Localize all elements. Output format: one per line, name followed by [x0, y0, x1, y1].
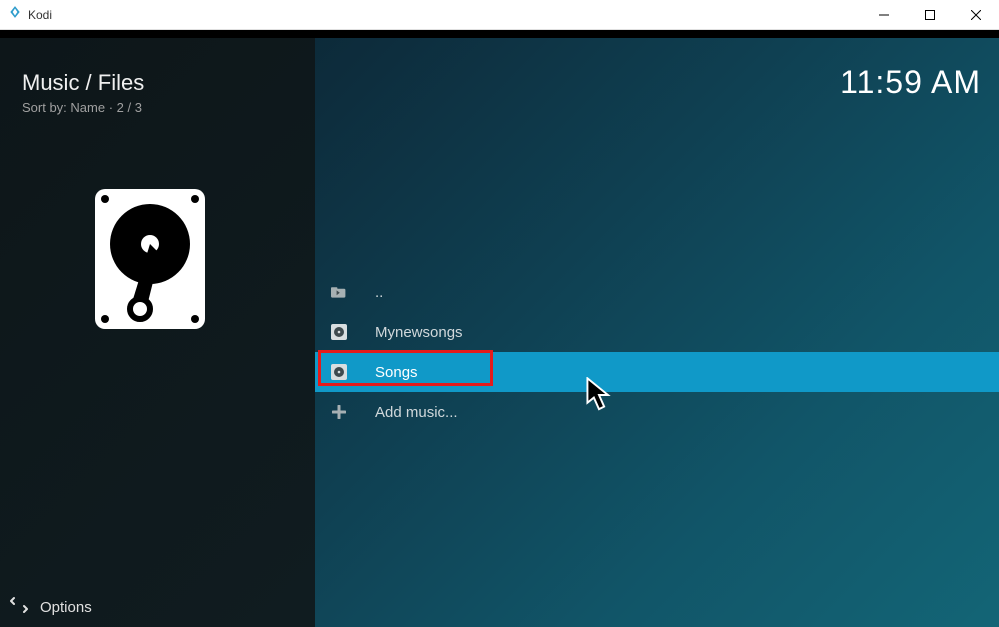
file-item-label: Add music... [375, 404, 458, 421]
options-label: Options [40, 599, 92, 616]
sidebar-icon-wrap [0, 184, 315, 339]
close-button[interactable] [953, 0, 999, 30]
window-titlebar: Kodi [0, 0, 999, 30]
maximize-button[interactable] [907, 0, 953, 30]
file-item-2[interactable]: Songs [315, 352, 999, 392]
file-item-3[interactable]: Add music... [315, 392, 999, 432]
disc-icon [331, 324, 347, 340]
window-title: Kodi [28, 8, 52, 22]
options-icon [10, 596, 28, 618]
app-area: Music / Files Sort by: Name · 2 / 3 [0, 30, 999, 627]
disc-icon [331, 364, 347, 380]
back-folder-icon [331, 284, 347, 300]
hard-drive-icon [90, 184, 210, 339]
main-content: 11:59 AM .. Mynewsongs Songs Add music... [315, 38, 999, 627]
sidebar: Music / Files Sort by: Name · 2 / 3 [0, 38, 315, 627]
window-controls [861, 0, 999, 30]
clock: 11:59 AM [840, 64, 981, 101]
file-item-0[interactable]: .. [315, 272, 999, 312]
minimize-button[interactable] [861, 0, 907, 30]
options-bar[interactable]: Options [0, 587, 315, 627]
plus-icon [331, 404, 347, 420]
file-item-label: .. [375, 284, 383, 301]
file-item-label: Songs [375, 364, 418, 381]
sort-info: Sort by: Name · 2 / 3 [22, 100, 315, 115]
file-item-label: Mynewsongs [375, 324, 463, 341]
file-list: .. Mynewsongs Songs Add music... [315, 272, 999, 432]
file-item-1[interactable]: Mynewsongs [315, 312, 999, 352]
titlebar-left: Kodi [8, 5, 52, 24]
sidebar-header: Music / Files Sort by: Name · 2 / 3 [0, 38, 315, 129]
kodi-logo-icon [8, 5, 22, 24]
top-strip [0, 30, 999, 38]
breadcrumb: Music / Files [22, 70, 315, 96]
